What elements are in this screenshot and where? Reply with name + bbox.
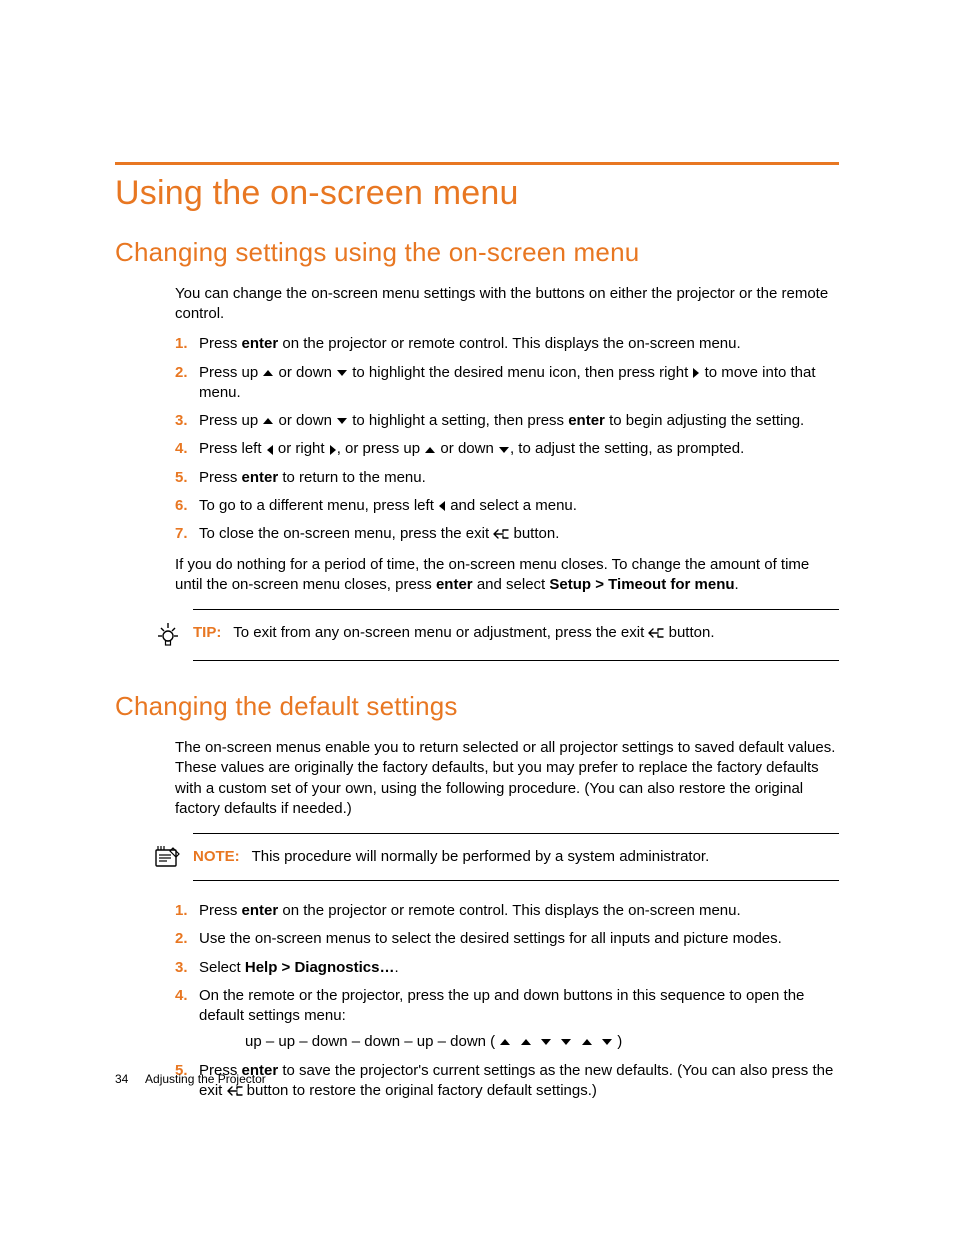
text: to begin adjusting the setting.: [605, 412, 804, 429]
text: on the projector or remote control. This…: [278, 902, 740, 919]
arrow-up-icon: [500, 1039, 510, 1045]
document-page: Using the on-screen menu Changing settin…: [0, 0, 954, 1235]
section2-intro: The on-screen menus enable you to return…: [175, 738, 839, 819]
text: up – up – down – down – up – down (: [245, 1033, 499, 1050]
text: , or press up: [337, 440, 425, 457]
section1-steps: Press enter on the projector or remote c…: [175, 334, 839, 544]
step-2: Use the on-screen menus to select the de…: [175, 929, 839, 949]
page-footer: 34 Adjusting the Projector: [115, 1071, 266, 1087]
text: or down: [436, 440, 498, 457]
chapter-title: Adjusting the Projector: [145, 1072, 266, 1086]
step-1: Press enter on the projector or remote c…: [175, 334, 839, 354]
step-7: To close the on-screen menu, press the e…: [175, 524, 839, 544]
bold: enter: [242, 335, 279, 352]
section-heading-2: Changing the default settings: [115, 689, 839, 724]
text: Press up: [199, 364, 262, 381]
step-2: Press up or down to highlight the desire…: [175, 363, 839, 404]
section2-body: Press enter on the projector or remote c…: [175, 901, 839, 1101]
text: Press: [199, 902, 242, 919]
top-rule: [115, 162, 839, 165]
note-label: NOTE:: [193, 848, 240, 865]
text: or down: [274, 412, 336, 429]
bold: Setup > Timeout for menu: [549, 576, 734, 593]
text: .: [735, 576, 739, 593]
text: button.: [509, 525, 559, 542]
step-4: Press left or right , or press up or dow…: [175, 439, 839, 459]
text: This procedure will normally be performe…: [252, 848, 710, 865]
arrow-right-icon: [330, 445, 336, 455]
text: or right: [274, 440, 329, 457]
callout-rule-top: [193, 609, 839, 610]
bold: enter: [242, 469, 279, 486]
section-heading-1: Changing settings using the on-screen me…: [115, 235, 839, 270]
arrow-up-icon: [263, 370, 273, 376]
text: and select a menu.: [446, 497, 577, 514]
note-callout: NOTE: This procedure will normally be pe…: [135, 833, 839, 881]
arrow-up-icon: [263, 418, 273, 424]
arrow-up-icon: [582, 1039, 592, 1045]
step-6: To go to a different menu, press left an…: [175, 496, 839, 516]
section2-intro-block: The on-screen menus enable you to return…: [175, 738, 839, 819]
text: or down: [274, 364, 336, 381]
text: Select: [199, 959, 245, 976]
text: to return to the menu.: [278, 469, 426, 486]
callout-rule-bottom: [193, 660, 839, 661]
text: ): [617, 1033, 622, 1050]
text: button to restore the original factory d…: [243, 1082, 597, 1099]
step-3: Press up or down to highlight a setting,…: [175, 411, 839, 431]
text: to highlight the desired menu icon, then…: [348, 364, 692, 381]
tip-callout: TIP: To exit from any on-screen menu or …: [135, 609, 839, 661]
bold: Help > Diagnostics…: [245, 959, 395, 976]
text: To go to a different menu, press left: [199, 497, 438, 514]
arrow-up-icon: [521, 1039, 531, 1045]
bold: enter: [568, 412, 605, 429]
section2-steps: Press enter on the projector or remote c…: [175, 901, 839, 1101]
text: , to adjust the setting, as prompted.: [510, 440, 744, 457]
text: On the remote or the projector, press th…: [199, 987, 804, 1024]
note-body: NOTE: This procedure will normally be pe…: [193, 844, 839, 867]
arrow-left-icon: [267, 445, 273, 455]
bold: enter: [436, 576, 473, 593]
exit-icon: [493, 524, 509, 544]
button-sequence: up – up – down – down – up – down ( ): [245, 1032, 839, 1052]
tip-icon: [135, 620, 193, 650]
page-number: 34: [115, 1072, 128, 1086]
arrow-down-icon: [541, 1039, 551, 1045]
arrow-left-icon: [439, 501, 445, 511]
arrow-down-icon: [337, 418, 347, 424]
arrow-down-icon: [337, 370, 347, 376]
page-title: Using the on-screen menu: [115, 171, 839, 217]
text: Press left: [199, 440, 266, 457]
text: to highlight a setting, then press: [348, 412, 568, 429]
section1-intro: You can change the on-screen menu settin…: [175, 284, 839, 325]
text: To close the on-screen menu, press the e…: [199, 525, 493, 542]
exit-icon: [648, 623, 664, 643]
step-3: Select Help > Diagnostics….: [175, 958, 839, 978]
section1-after: If you do nothing for a period of time, …: [175, 555, 839, 596]
step-4: On the remote or the projector, press th…: [175, 986, 839, 1053]
tip-label: TIP:: [193, 624, 221, 641]
step-5: Press enter to return to the menu.: [175, 468, 839, 488]
text: Press: [199, 335, 242, 352]
arrow-right-icon: [693, 368, 699, 378]
step-1: Press enter on the projector or remote c…: [175, 901, 839, 921]
arrow-up-icon: [425, 447, 435, 453]
section1-body: You can change the on-screen menu settin…: [175, 284, 839, 595]
arrow-down-icon: [602, 1039, 612, 1045]
text: button.: [664, 624, 714, 641]
tip-body: TIP: To exit from any on-screen menu or …: [193, 620, 839, 643]
bold: enter: [242, 902, 279, 919]
step-5: Press enter to save the projector's curr…: [175, 1061, 839, 1102]
text: Press: [199, 469, 242, 486]
arrow-down-icon: [499, 447, 509, 453]
text: To exit from any on-screen menu or adjus…: [233, 624, 648, 641]
text: .: [394, 959, 398, 976]
note-icon: [135, 844, 193, 870]
callout-rule-bottom: [193, 880, 839, 881]
callout-rule-top: [193, 833, 839, 834]
arrow-down-icon: [561, 1039, 571, 1045]
text: and select: [473, 576, 550, 593]
text: on the projector or remote control. This…: [278, 335, 740, 352]
text: Press up: [199, 412, 262, 429]
